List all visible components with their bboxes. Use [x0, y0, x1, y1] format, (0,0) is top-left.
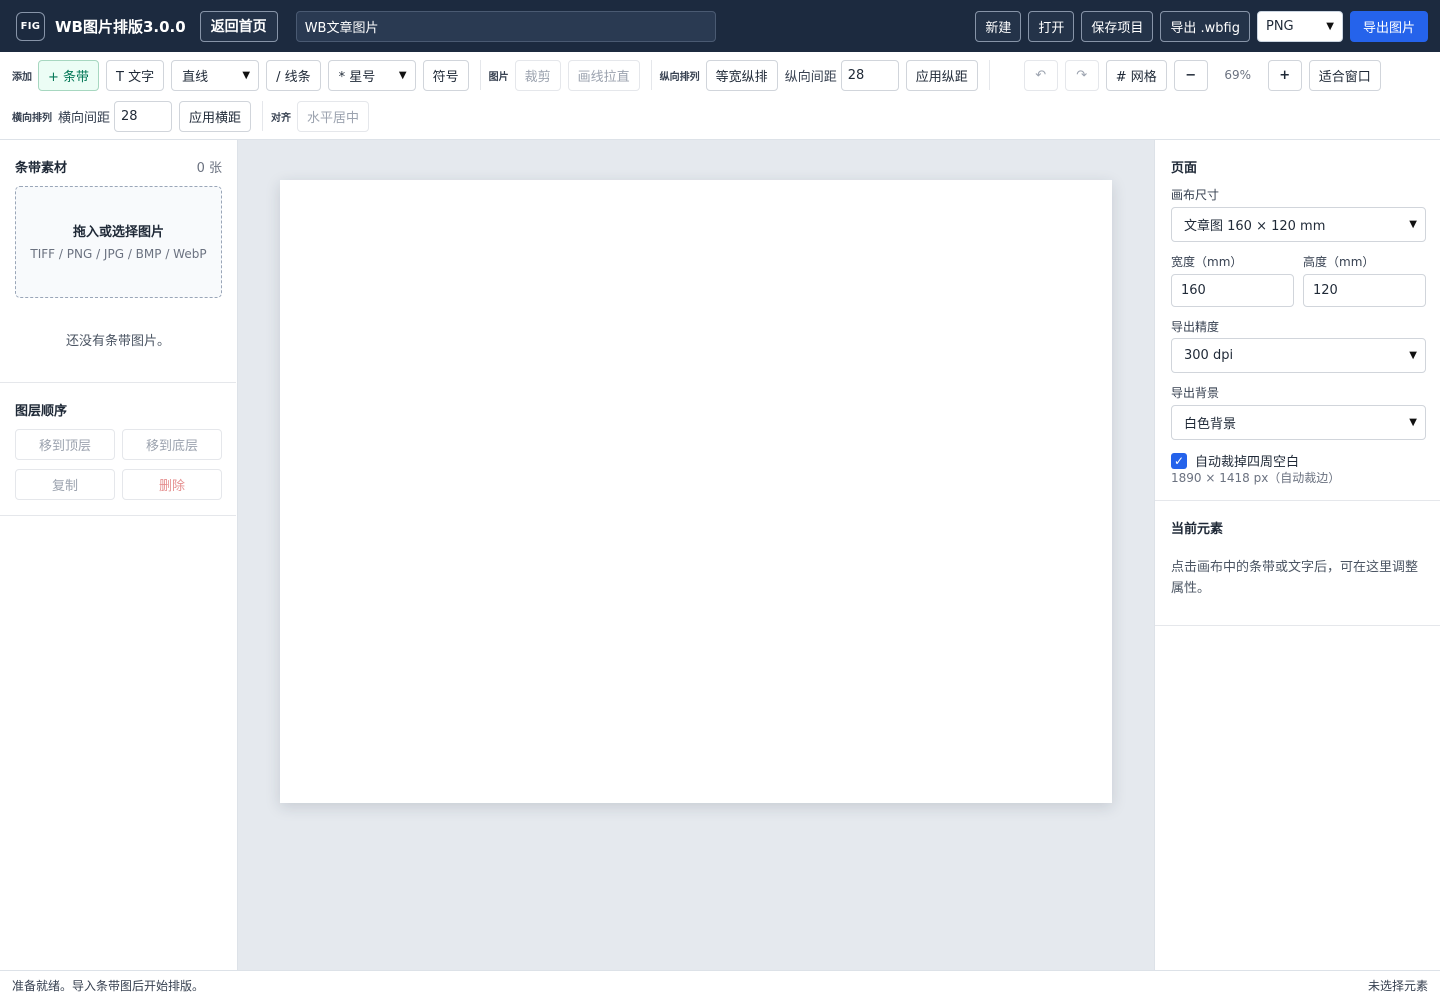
export-image-button[interactable]: 导出图片 — [1349, 10, 1428, 42]
delete-button[interactable]: 删除 — [122, 469, 222, 500]
auto-crop-label: 自动裁掉四周空白 — [1195, 455, 1300, 470]
precision-value: 300 dpi — [1184, 348, 1234, 363]
redo-icon[interactable]: ↷ — [1064, 59, 1099, 91]
home-button[interactable]: 返回首页 — [199, 10, 278, 42]
new-button[interactable]: 新建 — [975, 10, 1022, 42]
draw-stretch-button[interactable]: 画线拉直 — [567, 59, 640, 91]
right-panel: 页面 画布尺寸 文章图 160 × 120 mm ▼ 宽度（mm） 高度（mm）… — [1154, 140, 1440, 970]
status-message: 准备就绪。导入条带图后开始排版。 — [12, 979, 205, 993]
empty-materials-message: 还没有条带图片。 — [65, 334, 170, 349]
precision-select[interactable]: 300 dpi ▼ — [1171, 338, 1426, 373]
line-type-select[interactable]: 直线 ▼ — [171, 59, 260, 91]
height-input[interactable] — [1303, 274, 1426, 307]
grid-toggle-button[interactable]: # 网格 — [1105, 59, 1167, 91]
chevron-down-icon: ▼ — [1409, 350, 1417, 361]
toolbar-row-2: 横向排列 横向间距 应用横距 对齐 水平居中 — [12, 100, 376, 132]
image-drop-zone[interactable]: 拖入或选择图片 TIFF / PNG / JPG / BMP / WebP — [15, 186, 222, 298]
export-format-select[interactable]: PNG ▼ — [1256, 10, 1343, 42]
divider — [479, 60, 481, 90]
current-element-hint: 点击画布中的条带或文字后，可在这里调整属性。 — [1171, 560, 1419, 596]
materials-title: 条带素材 — [15, 161, 68, 176]
app-title: WB图片排版3.0.0 — [55, 17, 186, 36]
drop-zone-title: 拖入或选择图片 — [72, 225, 164, 240]
drop-zone-formats: TIFF / PNG / JPG / BMP / WebP — [30, 247, 207, 261]
divider — [1155, 625, 1440, 626]
auto-crop-checkbox[interactable]: ✓ — [1171, 452, 1187, 469]
crop-button[interactable]: 裁剪 — [514, 59, 561, 91]
canvas-page[interactable] — [280, 180, 1112, 803]
canvas-size-label: 画布尺寸 — [1171, 188, 1220, 202]
background-label: 导出背景 — [1171, 386, 1220, 400]
export-size-note: 1890 × 1418 px（自动裁边） — [1171, 471, 1341, 485]
zoom-out-button[interactable]: − — [1173, 59, 1208, 91]
divider — [1155, 500, 1440, 501]
materials-count: 0 张 — [196, 161, 222, 176]
background-select[interactable]: 白色背景 ▼ — [1171, 405, 1426, 440]
auto-crop-row: ✓ 自动裁掉四周空白 — [1171, 451, 1426, 470]
toolbar: 添加 + 条带 T 文字 直线 ▼ / 线条 * 星号 ▼ 符号 图片 裁剪 画… — [0, 52, 1440, 140]
toolbar-row-1: 添加 + 条带 T 文字 直线 ▼ / 线条 * 星号 ▼ 符号 图片 裁剪 画… — [12, 59, 1432, 91]
app-logo: FIG — [16, 11, 45, 41]
chevron-down-icon: ▼ — [242, 69, 251, 81]
page-section-title: 页面 — [1171, 161, 1198, 176]
center-horizontal-button[interactable]: 水平居中 — [297, 100, 370, 132]
zoom-level: 69% — [1224, 68, 1252, 82]
export-wbfig-button[interactable]: 导出 .wbfig — [1160, 10, 1250, 42]
width-label: 宽度（mm） — [1171, 255, 1243, 269]
chevron-down-icon: ▼ — [1409, 219, 1417, 230]
add-group-label: 添加 — [12, 71, 32, 83]
equal-width-button[interactable]: 等宽纵排 — [705, 59, 778, 91]
duplicate-button[interactable]: 复制 — [15, 469, 115, 500]
add-text-button[interactable]: T 文字 — [106, 59, 165, 91]
line-type-value: 直线 — [182, 69, 209, 85]
divider — [0, 382, 236, 383]
project-name-input[interactable] — [295, 10, 716, 42]
top-bar: FIG WB图片排版3.0.0 返回首页 新建 打开 保存项目 导出 .wbfi… — [0, 0, 1440, 52]
layer-buttons: 移到顶层 移到底层 复制 删除 — [15, 429, 222, 500]
canvas-size-select[interactable]: 文章图 160 × 120 mm ▼ — [1171, 207, 1426, 242]
symbol-button[interactable]: 符号 — [422, 59, 469, 91]
open-button[interactable]: 打开 — [1028, 10, 1075, 42]
chevron-down-icon: ▼ — [398, 69, 407, 81]
export-format-value: PNG — [1265, 18, 1294, 34]
divider — [262, 101, 264, 131]
width-input[interactable] — [1171, 274, 1294, 307]
vertical-group-label: 纵向排列 — [659, 71, 700, 83]
canvas-size-value: 文章图 160 × 120 mm — [1184, 219, 1326, 234]
left-panel: 条带素材 0 张 拖入或选择图片 TIFF / PNG / JPG / BMP … — [0, 140, 238, 970]
move-to-bottom-button[interactable]: 移到底层 — [122, 429, 222, 460]
materials-header: 条带素材 0 张 — [15, 157, 222, 176]
current-element-title: 当前元素 — [1171, 522, 1224, 537]
move-to-top-button[interactable]: 移到顶层 — [15, 429, 115, 460]
mark-type-select[interactable]: * 星号 ▼ — [327, 59, 416, 91]
horizontal-group-label: 横向排列 — [12, 112, 52, 124]
image-group-label: 图片 — [488, 71, 509, 83]
vertical-gap-input[interactable] — [840, 59, 899, 91]
horizontal-gap-input[interactable] — [114, 100, 173, 132]
zoom-in-button[interactable]: + — [1267, 59, 1302, 91]
add-strip-button[interactable]: + 条带 — [38, 59, 100, 91]
apply-vertical-button[interactable]: 应用纵距 — [905, 59, 978, 91]
align-group-label: 对齐 — [271, 112, 292, 124]
divider — [988, 60, 990, 90]
selection-status: 未选择元素 — [1367, 979, 1428, 993]
vertical-gap-label: 纵向间距 — [784, 69, 837, 85]
save-project-button[interactable]: 保存项目 — [1081, 10, 1154, 42]
mark-type-value: * 星号 — [338, 69, 376, 85]
layer-order-title: 图层顺序 — [15, 404, 68, 419]
divider — [650, 60, 652, 90]
divider — [0, 515, 236, 516]
undo-icon[interactable]: ↶ — [1023, 59, 1058, 91]
chevron-down-icon: ▼ — [1326, 20, 1334, 32]
add-line-button[interactable]: / 线条 — [266, 59, 321, 91]
top-actions: 新建 打开 保存项目 导出 .wbfig PNG ▼ 导出图片 — [975, 10, 1428, 42]
background-value: 白色背景 — [1184, 417, 1237, 432]
fit-window-button[interactable]: 适合窗口 — [1308, 59, 1381, 91]
apply-horizontal-button[interactable]: 应用横距 — [179, 100, 252, 132]
precision-label: 导出精度 — [1171, 320, 1220, 334]
horizontal-gap-label: 横向间距 — [58, 110, 111, 126]
height-label: 高度（mm） — [1303, 255, 1375, 269]
chevron-down-icon: ▼ — [1409, 417, 1417, 428]
status-bar: 准备就绪。导入条带图后开始排版。 未选择元素 — [0, 970, 1440, 1000]
